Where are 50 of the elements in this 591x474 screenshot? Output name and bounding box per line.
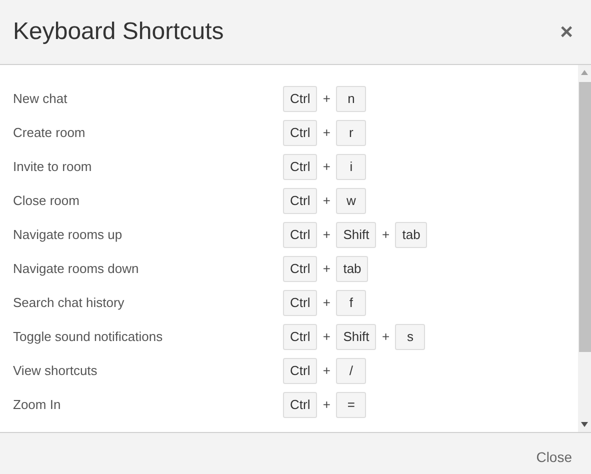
- shortcut-label: Navigate rooms down: [12, 260, 140, 278]
- key-cap: tab: [336, 256, 368, 282]
- key-cap: Ctrl: [283, 256, 318, 282]
- key-cap: Ctrl: [283, 358, 318, 384]
- key-cap: Ctrl: [283, 392, 318, 418]
- key-cap: /: [336, 358, 366, 384]
- scroll-down-icon[interactable]: [581, 422, 588, 427]
- key-cap: i: [336, 154, 366, 180]
- key-cap: Ctrl: [283, 120, 318, 146]
- plus-sign: +: [322, 90, 332, 108]
- plus-sign: +: [380, 328, 391, 346]
- shortcut-label: Search chat history: [12, 294, 126, 312]
- plus-sign: +: [322, 294, 332, 312]
- key-cap: Ctrl: [283, 86, 318, 112]
- close-button[interactable]: Close: [536, 447, 572, 468]
- shortcut-label: View shortcuts: [12, 362, 98, 380]
- key-cap: f: [336, 290, 366, 316]
- key-cap: r: [336, 120, 366, 146]
- key-cap: Shift: [336, 222, 376, 248]
- shortcut-label: Navigate rooms up: [12, 226, 124, 244]
- key-cap: Ctrl: [283, 188, 318, 214]
- plus-sign: +: [322, 158, 332, 176]
- key-cap: tab: [395, 222, 428, 248]
- plus-sign: +: [380, 226, 391, 244]
- dialog-title: Keyboard Shortcuts: [13, 17, 224, 47]
- plus-sign: +: [322, 328, 332, 346]
- key-cap: Shift: [336, 324, 376, 350]
- shortcut-label: Zoom In: [12, 396, 62, 414]
- scroll-up-icon[interactable]: [581, 70, 588, 75]
- plus-sign: +: [322, 260, 332, 278]
- key-cap: =: [336, 392, 366, 418]
- scrollbar-thumb[interactable]: [578, 82, 590, 352]
- key-cap: Ctrl: [283, 324, 318, 350]
- shortcut-label: New chat: [12, 90, 68, 108]
- key-cap: s: [395, 324, 426, 350]
- plus-sign: +: [322, 226, 332, 244]
- scrollbar[interactable]: [578, 65, 591, 432]
- key-cap: Ctrl: [283, 290, 318, 316]
- key-cap: n: [336, 86, 366, 112]
- shortcut-label: Create room: [12, 124, 86, 142]
- plus-sign: +: [322, 362, 332, 380]
- key-cap: w: [336, 188, 366, 214]
- plus-sign: +: [322, 396, 332, 414]
- key-cap: Ctrl: [283, 222, 318, 248]
- plus-sign: +: [322, 192, 332, 210]
- shortcut-label: Toggle sound notifications: [12, 328, 164, 346]
- shortcut-label: Close room: [12, 192, 80, 210]
- key-cap: Ctrl: [283, 154, 318, 180]
- plus-sign: +: [322, 124, 332, 142]
- shortcut-label: Invite to room: [12, 158, 93, 176]
